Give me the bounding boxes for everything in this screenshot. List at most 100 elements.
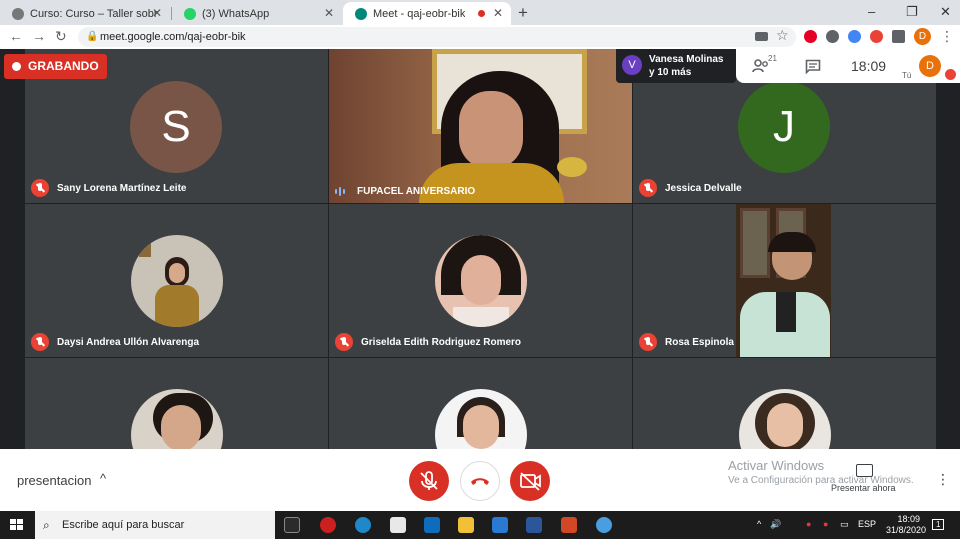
language-indicator[interactable]: ESP: [858, 519, 876, 529]
chat-icon[interactable]: [805, 59, 821, 74]
participant-name: Daysi Andrea Ullón Alvarenga: [57, 336, 200, 348]
self-label: Tú: [902, 71, 912, 80]
recording-badge: GRABANDO: [4, 54, 107, 79]
camera-off-icon: [520, 472, 541, 491]
speaker-icon[interactable]: 🔊: [770, 519, 781, 530]
taskbar-date: 31/8/2020: [886, 525, 927, 535]
browser-tab-strip: Curso: Curso – Taller sobre Celiac ✕ (3)…: [0, 0, 960, 25]
screen: Curso: Curso – Taller sobre Celiac ✕ (3)…: [0, 0, 960, 539]
close-icon[interactable]: ✕: [324, 6, 334, 20]
avatar: [435, 235, 527, 327]
meet-icon: [355, 7, 367, 20]
tray-app-icon[interactable]: ●: [823, 519, 828, 529]
participant-name: Jessica Delvalle: [665, 182, 742, 194]
hang-up-icon: [471, 478, 489, 485]
powerpoint-icon[interactable]: [561, 517, 577, 533]
mic-off-icon: [945, 69, 956, 80]
more-options-icon[interactable]: ⋮: [936, 471, 950, 488]
url-text: meet.google.com/qaj-eobr-bik: [100, 31, 246, 43]
avatar: S: [130, 81, 222, 173]
profile-avatar[interactable]: D: [914, 28, 931, 45]
mic-off-icon: [31, 333, 49, 351]
tab-meet[interactable]: Meet - qaj-eobr-bik ✕: [343, 2, 511, 25]
chrome-icon[interactable]: [596, 517, 612, 533]
speaker-face: [459, 91, 523, 169]
speaking-indicator-icon: [335, 187, 349, 197]
participant-name: Rosa Espinola: [665, 336, 734, 348]
mail-icon[interactable]: [424, 517, 440, 533]
present-screen-icon[interactable]: [856, 464, 873, 477]
participant-tile[interactable]: [25, 358, 328, 449]
toggle-camera-button[interactable]: [510, 461, 550, 501]
opera-tray-icon[interactable]: ●: [806, 519, 811, 529]
store-icon[interactable]: [492, 517, 508, 533]
file-icon[interactable]: [390, 517, 406, 533]
network-icon[interactable]: ▭: [840, 519, 849, 530]
meet-control-bar: presentacion ^ Activar Windows Ve a Conf…: [0, 449, 960, 511]
star-icon[interactable]: ☆: [776, 27, 789, 44]
toggle-mic-button[interactable]: [409, 461, 449, 501]
close-icon[interactable]: ✕: [493, 6, 503, 20]
participant-name-label: Jessica Delvalle: [639, 179, 742, 197]
word-icon[interactable]: [526, 517, 542, 533]
participant-count: 21: [768, 54, 777, 63]
camera-icon[interactable]: [755, 32, 768, 41]
puzzle-icon[interactable]: [892, 30, 905, 43]
target-extension-icon[interactable]: [870, 30, 883, 43]
participants-chip[interactable]: V Vanesa Molinas y 10 más: [616, 49, 736, 83]
present-now-button[interactable]: Presentar ahora: [831, 483, 896, 493]
self-avatar[interactable]: D: [919, 55, 941, 77]
mic-off-icon: [420, 471, 438, 490]
reload-button[interactable]: ↻: [55, 28, 67, 45]
tab-course[interactable]: Curso: Curso – Taller sobre Celiac ✕: [0, 2, 170, 25]
taskbar-clock[interactable]: 18:09 31/8/2020: [886, 514, 927, 536]
participants-chip-name: Vanesa Molinas: [649, 54, 724, 65]
tab-whatsapp[interactable]: (3) WhatsApp ✕: [172, 2, 342, 25]
participant-tile[interactable]: [329, 358, 632, 449]
video-feed: [736, 204, 831, 357]
address-bar[interactable]: 🔒 meet.google.com/qaj-eobr-bik: [78, 27, 796, 47]
participant-tile[interactable]: Griselda Edith Rodriguez Romero: [329, 204, 632, 357]
chevron-up-icon[interactable]: ^: [757, 519, 761, 529]
chevron-up-icon[interactable]: ^: [100, 471, 106, 486]
task-view-icon[interactable]: [284, 517, 300, 533]
participant-tile[interactable]: Daysi Andrea Ullón Alvarenga: [25, 204, 328, 357]
opera-icon[interactable]: [320, 517, 336, 533]
edge-icon[interactable]: [355, 517, 371, 533]
minimize-button[interactable]: –: [868, 4, 875, 19]
participant-tile[interactable]: [633, 358, 936, 449]
leave-call-button[interactable]: [460, 461, 500, 501]
notification-badge[interactable]: 1: [932, 519, 945, 530]
browser-toolbar: ← → ↻ 🔒 meet.google.com/qaj-eobr-bik ☆ D…: [0, 25, 960, 49]
participant-name: FUPACEL ANIVERSARIO: [357, 186, 476, 197]
browser-menu-icon[interactable]: ⋮: [940, 28, 954, 45]
participant-name-label: FUPACEL ANIVERSARIO: [335, 186, 475, 197]
participant-name: Griselda Edith Rodriguez Romero: [361, 336, 522, 348]
pen-extension-icon[interactable]: [848, 30, 861, 43]
taskbar-search-placeholder: Escribe aquí para buscar: [62, 519, 185, 531]
globe-icon: [12, 7, 24, 20]
speaker-shirt: [419, 163, 564, 203]
participant-tile-speaking[interactable]: FUPACEL ANIVERSARIO: [329, 49, 632, 203]
taskbar-search-input[interactable]: ⌕ Escribe aquí para buscar: [35, 511, 275, 539]
participant-name-label: Griselda Edith Rodriguez Romero: [335, 333, 521, 351]
mic-off-icon: [639, 333, 657, 351]
windows-start-icon[interactable]: [10, 519, 23, 531]
close-icon[interactable]: ✕: [152, 6, 162, 20]
forward-button[interactable]: →: [32, 28, 46, 44]
avatar: [435, 389, 527, 449]
new-tab-button[interactable]: +: [518, 3, 528, 23]
restore-button[interactable]: ❐: [906, 4, 918, 20]
back-button[interactable]: ←: [9, 28, 23, 44]
pinterest-icon[interactable]: [804, 30, 817, 43]
mic-off-icon: [31, 179, 49, 197]
avatar: [131, 389, 223, 449]
participant-tile[interactable]: Rosa Espinola: [633, 204, 936, 357]
file-explorer-icon[interactable]: [458, 517, 474, 533]
meeting-details-label[interactable]: presentacion: [17, 473, 91, 488]
mic-off-icon: [335, 333, 353, 351]
participant-name-label: Sany Lorena Martínez Leite: [31, 179, 186, 197]
mic-off-icon: [639, 179, 657, 197]
extension-icon[interactable]: [826, 30, 839, 43]
close-window-button[interactable]: ✕: [940, 4, 951, 20]
